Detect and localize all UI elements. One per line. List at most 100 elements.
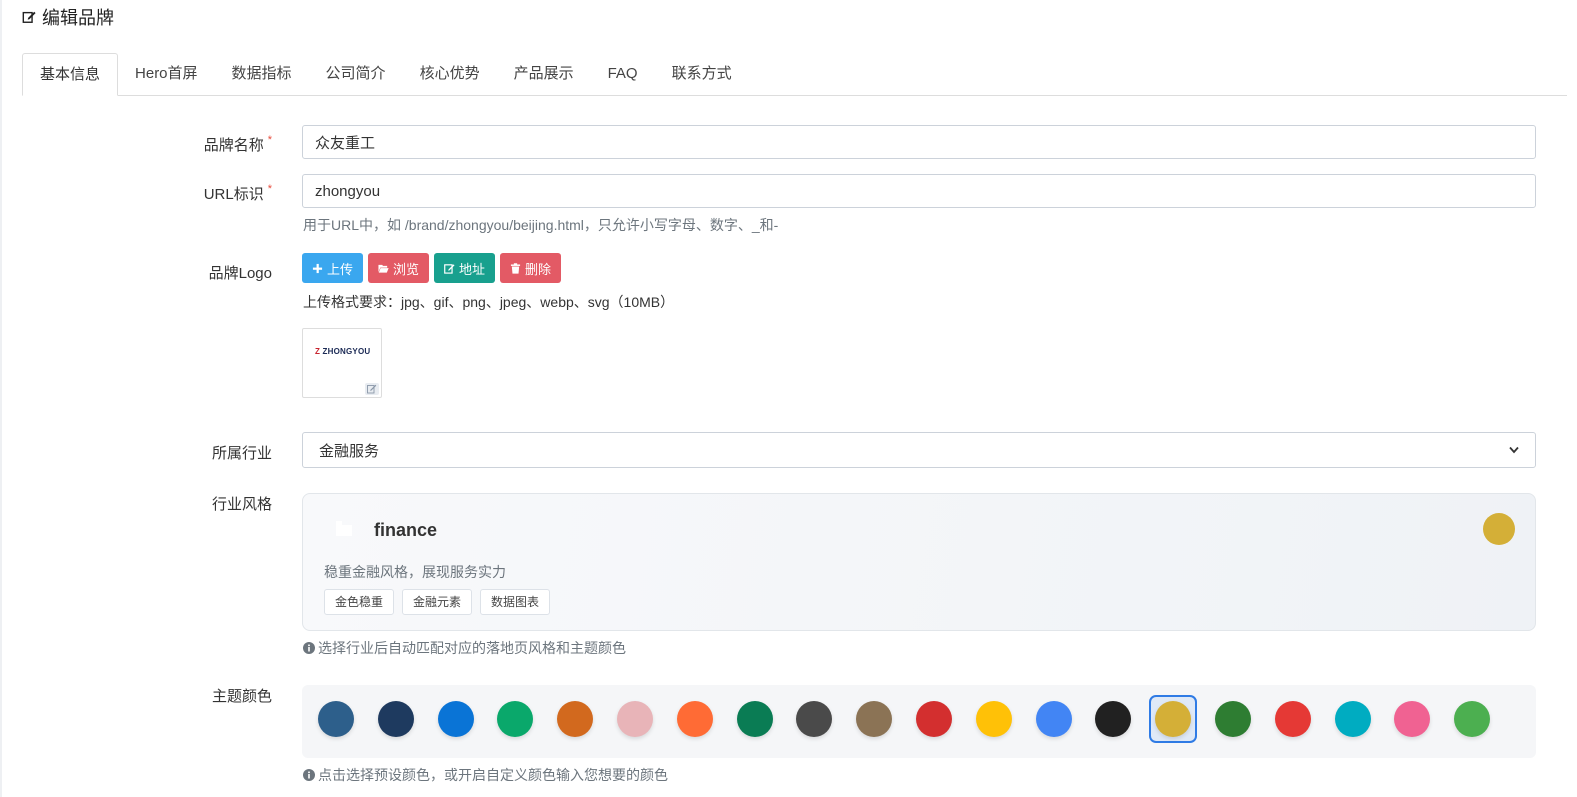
url-button[interactable]: 地址 bbox=[434, 253, 496, 283]
required-mark: * bbox=[267, 183, 272, 195]
logo-label: 品牌Logo bbox=[208, 265, 272, 282]
brand-name-label-text: 品牌名称 bbox=[203, 137, 264, 154]
info-circle-icon bbox=[303, 769, 315, 781]
tab-0[interactable]: 基本信息 bbox=[22, 53, 119, 96]
style-tag: 金融元素 bbox=[402, 589, 473, 615]
industry-style-label: 行业风格 bbox=[211, 496, 272, 513]
tab-4[interactable]: 核心优势 bbox=[403, 53, 497, 96]
upload-button[interactable]: 上传 bbox=[302, 253, 364, 283]
color-swatch-circle bbox=[318, 701, 354, 737]
color-swatch-1[interactable] bbox=[372, 695, 420, 743]
color-swatch-19[interactable] bbox=[1448, 695, 1496, 743]
color-swatch-circle bbox=[497, 701, 534, 737]
color-swatch-circle bbox=[1274, 701, 1311, 737]
upload-format-hint: 上传格式要求：jpg、gif、png、jpeg、webp、svg（10MB） bbox=[303, 294, 675, 310]
color-swatch-0[interactable] bbox=[312, 695, 360, 743]
industry-style-description: 稳重金融风格，展现服务实力 bbox=[324, 564, 506, 580]
color-swatch-12[interactable] bbox=[1030, 695, 1078, 743]
logo-preview[interactable]: Z ZHONGYOU bbox=[302, 328, 382, 398]
industry-style-tags: 金色稳重 金融元素 数据图表 bbox=[324, 589, 551, 615]
color-swatch-circle bbox=[1095, 701, 1132, 737]
logo-edit-icon[interactable] bbox=[365, 383, 379, 395]
logo-wordmark: ZHONGYOU bbox=[322, 347, 371, 356]
plus-icon bbox=[312, 263, 323, 273]
color-swatch-circle bbox=[557, 701, 594, 737]
color-swatch-circle bbox=[1454, 701, 1491, 737]
edit-icon bbox=[22, 11, 36, 23]
pencil-icon bbox=[367, 384, 377, 394]
url-slug-input[interactable] bbox=[302, 174, 1536, 208]
browse-button[interactable]: 浏览 bbox=[368, 253, 430, 283]
theme-color-palette bbox=[302, 685, 1536, 758]
delete-button[interactable]: 删除 bbox=[500, 253, 562, 283]
page-title: 编辑品牌 bbox=[22, 4, 114, 30]
color-swatch-circle bbox=[1155, 701, 1192, 737]
industry-style-help-text: 选择行业后自动匹配对应的落地页风格和主题颜色 bbox=[318, 640, 626, 656]
color-swatch-circle bbox=[856, 701, 893, 737]
tab-7[interactable]: 联系方式 bbox=[655, 53, 749, 96]
color-swatch-circle bbox=[736, 701, 773, 737]
color-swatch-3[interactable] bbox=[491, 695, 539, 743]
color-swatch-11[interactable] bbox=[970, 695, 1018, 743]
industry-select[interactable]: 金融服务 bbox=[302, 432, 1536, 468]
url-button-label: 地址 bbox=[459, 261, 486, 277]
industry-label: 所属行业 bbox=[211, 445, 272, 462]
color-swatch-17[interactable] bbox=[1329, 695, 1377, 743]
color-swatch-8[interactable] bbox=[790, 695, 838, 743]
upload-button-label: 上传 bbox=[327, 261, 354, 277]
theme-color-help: 点击选择预设颜色，或开启自定义颜色输入您想要的颜色 bbox=[303, 765, 668, 785]
color-swatch-circle bbox=[975, 701, 1012, 737]
info-circle-icon bbox=[303, 642, 315, 654]
color-swatch-circle bbox=[1394, 701, 1431, 737]
color-swatch-14[interactable] bbox=[1149, 695, 1198, 743]
theme-color-label: 主题颜色 bbox=[211, 688, 272, 705]
color-swatch-circle bbox=[916, 701, 952, 737]
brand-name-label: 品牌名称 * bbox=[204, 134, 272, 155]
color-swatch-4[interactable] bbox=[551, 695, 599, 743]
color-swatch-5[interactable] bbox=[611, 695, 659, 743]
tab-6[interactable]: FAQ bbox=[591, 53, 655, 96]
chevron-down-icon bbox=[1509, 446, 1519, 454]
tab-3[interactable]: 公司简介 bbox=[309, 53, 403, 96]
industry-style-card: finance 稳重金融风格，展现服务实力 金色稳重 金融元素 数据图表 bbox=[302, 493, 1536, 631]
tab-5[interactable]: 产品展示 bbox=[497, 53, 591, 96]
trash-icon bbox=[510, 262, 521, 274]
color-swatch-7[interactable] bbox=[731, 695, 779, 743]
color-swatch-9[interactable] bbox=[850, 695, 898, 743]
brand-name-input[interactable] bbox=[302, 125, 1536, 159]
url-slug-label-text: URL标识 bbox=[203, 186, 264, 203]
color-swatch-10[interactable] bbox=[910, 695, 958, 743]
color-swatch-circle bbox=[1035, 701, 1072, 737]
tab-1[interactable]: Hero首屏 bbox=[118, 53, 215, 96]
browse-button-label: 浏览 bbox=[393, 261, 420, 277]
color-swatch-16[interactable] bbox=[1269, 695, 1317, 743]
color-swatch-circle bbox=[617, 701, 653, 737]
color-swatch-circle bbox=[1215, 701, 1251, 737]
industry-style-color-dot bbox=[1483, 513, 1515, 545]
color-swatch-2[interactable] bbox=[432, 695, 480, 743]
color-swatch-circle bbox=[796, 701, 833, 737]
color-swatch-circle bbox=[437, 701, 474, 737]
brand-logo-image: Z ZHONGYOU bbox=[315, 347, 370, 356]
theme-color-help-text: 点击选择预设颜色，或开启自定义颜色输入您想要的颜色 bbox=[318, 767, 668, 783]
tab-2[interactable]: 数据指标 bbox=[215, 53, 309, 96]
style-tag: 金色稳重 bbox=[324, 589, 395, 615]
delete-button-label: 删除 bbox=[525, 261, 552, 277]
color-swatch-13[interactable] bbox=[1089, 695, 1137, 743]
required-mark: * bbox=[267, 134, 272, 146]
url-slug-help: 用于URL中，如 /brand/zhongyou/beijing.html，只允… bbox=[303, 217, 779, 233]
color-swatch-circle bbox=[377, 701, 414, 737]
color-swatch-6[interactable] bbox=[671, 695, 719, 743]
folder-open-icon bbox=[378, 264, 389, 273]
page-left-rule bbox=[0, 0, 2, 797]
style-tag: 数据图表 bbox=[480, 589, 551, 615]
color-swatch-15[interactable] bbox=[1209, 695, 1257, 743]
logo-mark-glyph: Z bbox=[315, 347, 321, 356]
industry-style-help: 选择行业后自动匹配对应的落地页风格和主题颜色 bbox=[303, 638, 626, 658]
edit-icon bbox=[444, 263, 455, 274]
industry-select-value: 金融服务 bbox=[319, 442, 380, 460]
color-swatch-18[interactable] bbox=[1388, 695, 1436, 743]
color-swatch-circle bbox=[676, 701, 713, 737]
url-slug-label: URL标识 * bbox=[204, 183, 272, 204]
tab-bar: 基本信息 Hero首屏 数据指标 公司简介 核心优势 产品展示 FAQ 联系方式 bbox=[22, 53, 1567, 96]
